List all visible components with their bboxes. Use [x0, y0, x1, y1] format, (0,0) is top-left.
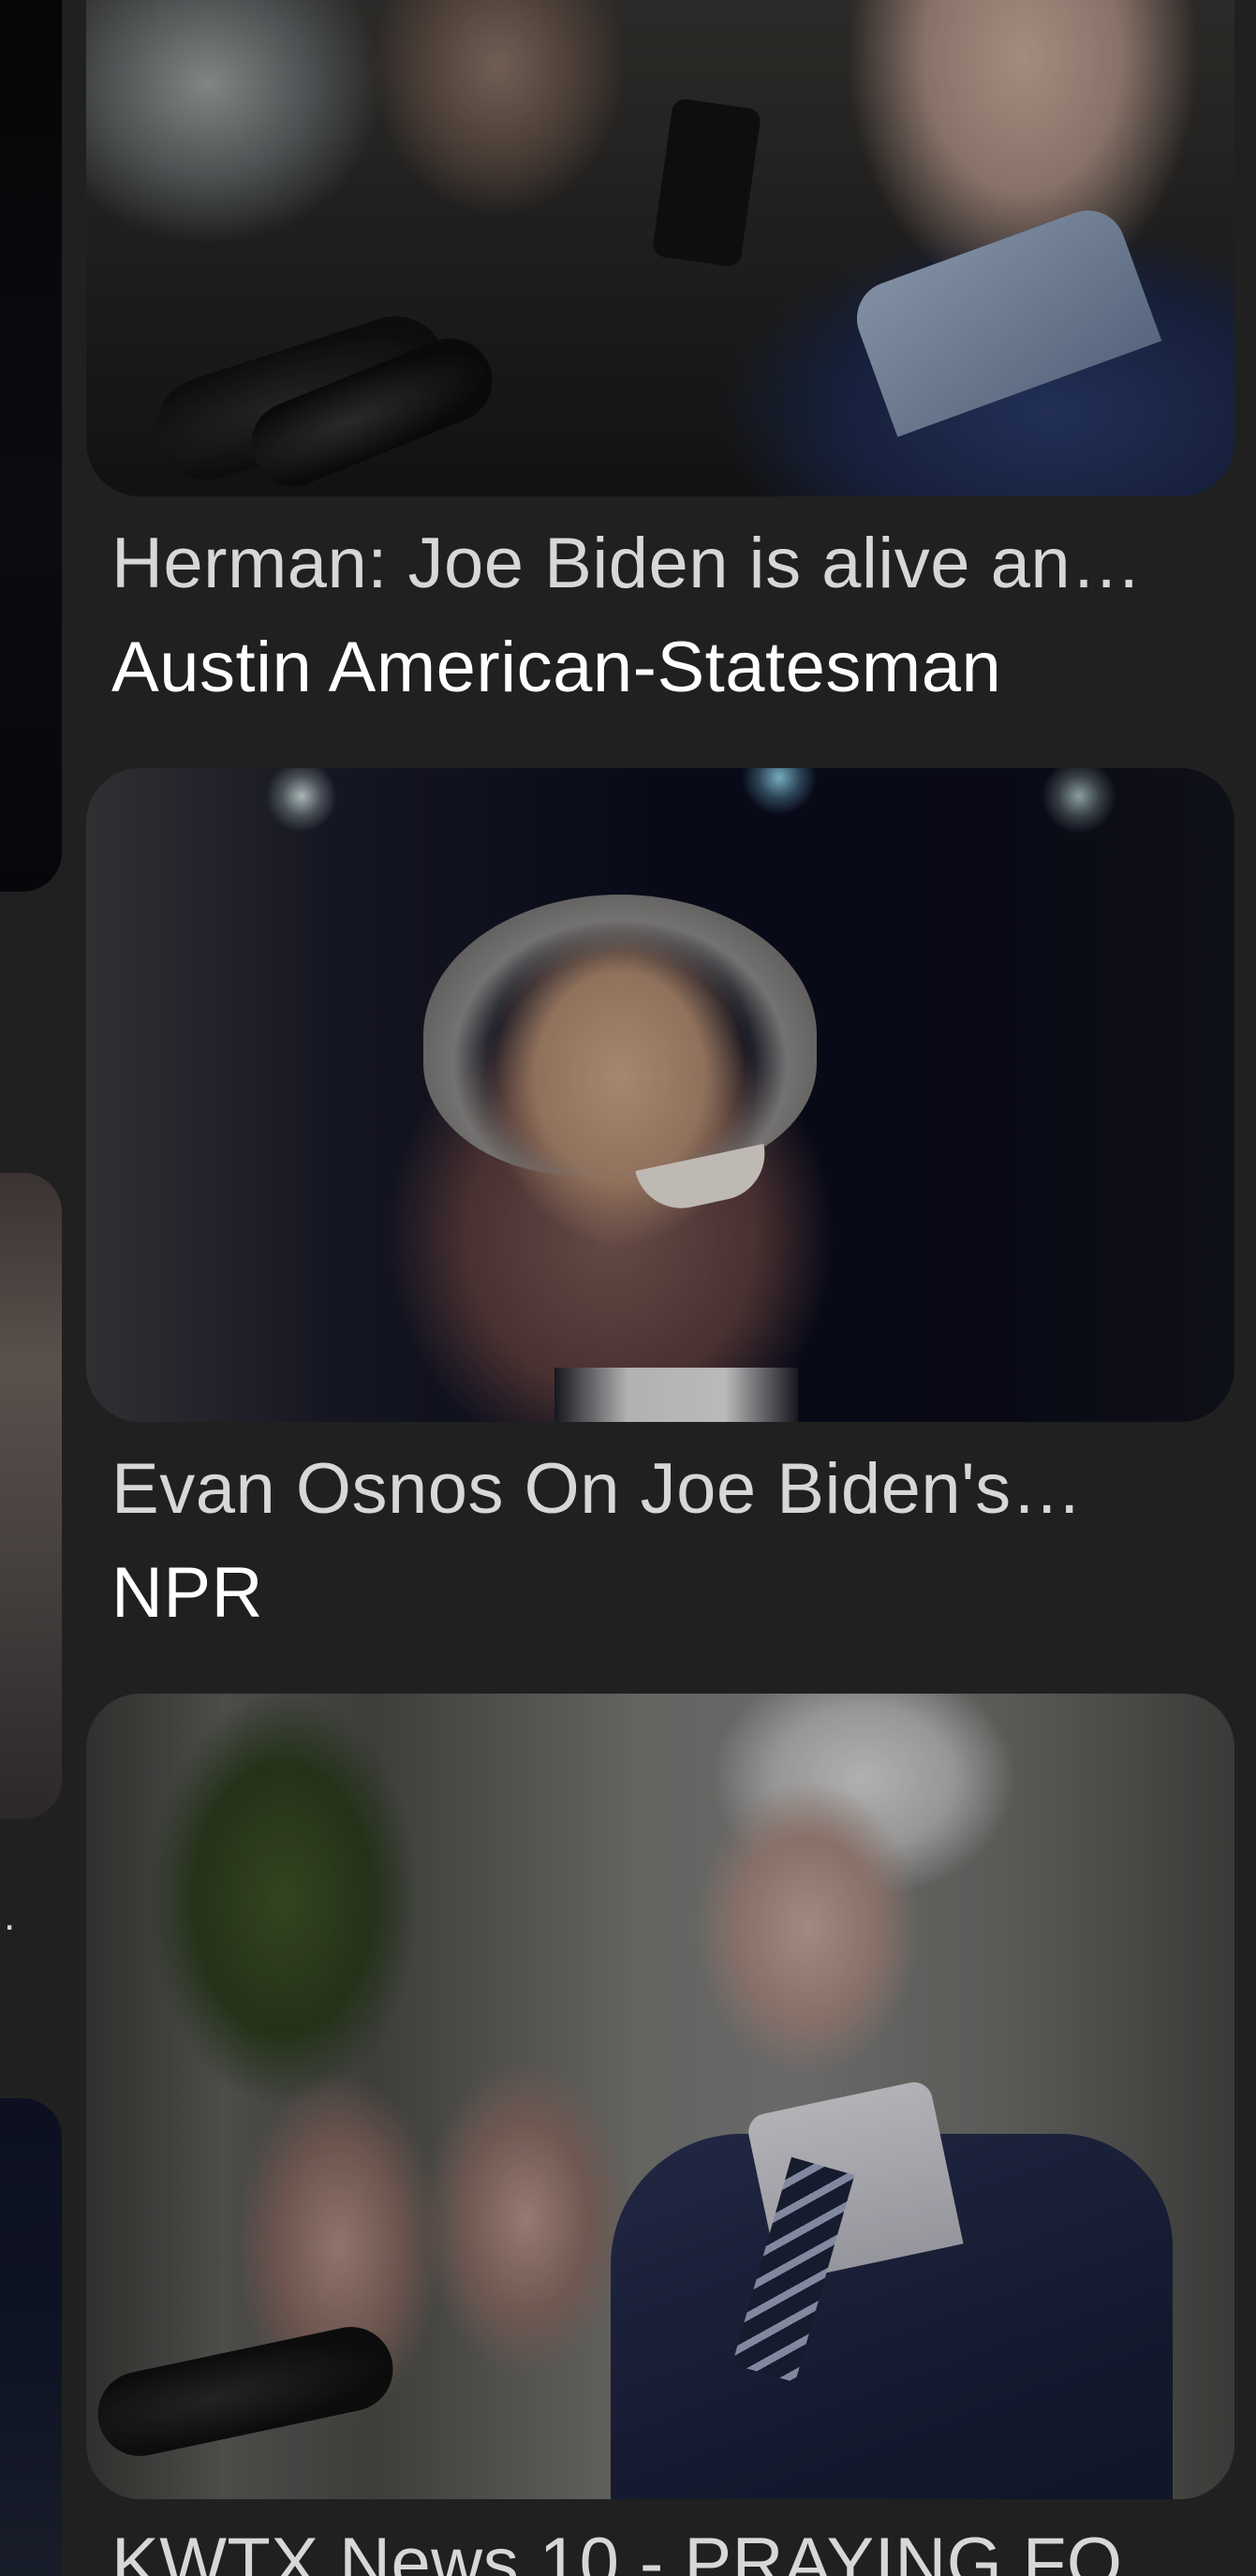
result-title[interactable]: Evan Osnos On Joe Biden's… [111, 1447, 1226, 1532]
result-source[interactable]: NPR [111, 1551, 1226, 1636]
result-thumbnail[interactable] [86, 1694, 1234, 2499]
phone-shape [651, 97, 762, 268]
left-result-image[interactable] [0, 1173, 62, 1819]
left-results-column: . [0, 0, 62, 2576]
result-source[interactable]: Austin American-Statesman [111, 626, 1226, 710]
result-thumbnail[interactable] [86, 0, 1234, 496]
microphone-shape [90, 2318, 401, 2465]
result-thumbnail[interactable] [86, 768, 1234, 1422]
result-title[interactable]: Herman: Joe Biden is alive an… [111, 522, 1226, 606]
left-result-image[interactable] [0, 0, 62, 892]
shirt-shape [554, 1368, 798, 1422]
left-result-image[interactable] [0, 2098, 62, 2576]
result-title[interactable]: KWTX News 10 - PRAYING FO… [111, 2522, 1226, 2576]
image-results-page: . Herman: Joe Biden is alive an… Austin … [0, 0, 1256, 2576]
shirt-collar-shape [846, 200, 1162, 437]
hair-shape [423, 895, 817, 1176]
left-result-caption: . [4, 1893, 16, 1939]
